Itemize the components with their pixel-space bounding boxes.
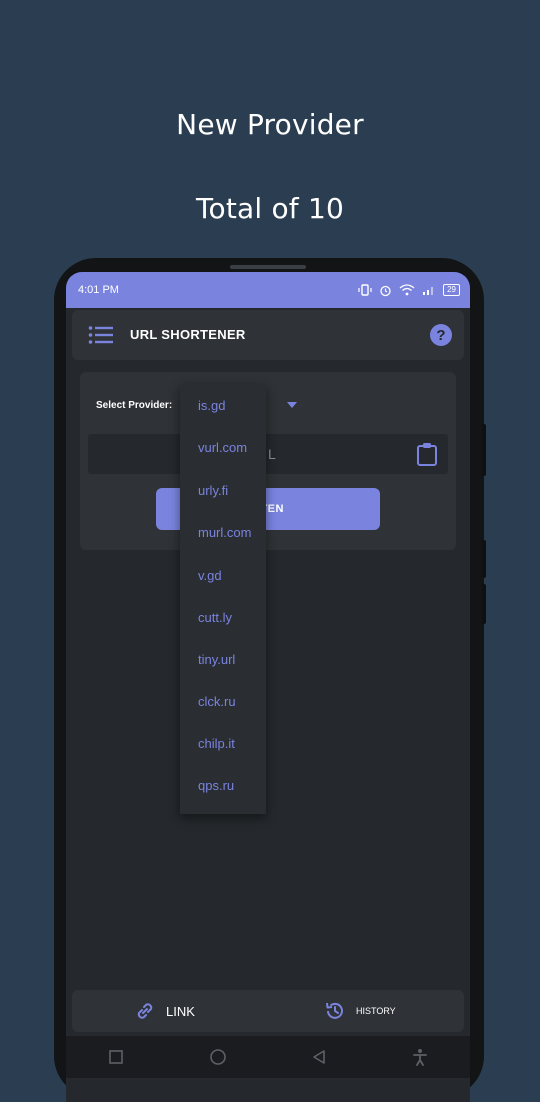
home-icon[interactable] xyxy=(209,1048,227,1066)
history-icon xyxy=(326,1002,343,1019)
recents-icon[interactable] xyxy=(108,1049,124,1065)
alarm-icon xyxy=(380,285,391,296)
bottom-navigation: LINK HISTORY xyxy=(72,990,464,1032)
promo-subheadline: Total of 10 xyxy=(195,192,344,225)
app-title: URL SHORTENER xyxy=(130,327,246,342)
nav-history-label: HISTORY xyxy=(356,1006,396,1016)
accessibility-icon[interactable] xyxy=(412,1048,428,1066)
dropdown-option[interactable]: cutt.ly xyxy=(198,610,232,625)
phone-side-button-top xyxy=(482,424,486,476)
status-time: 4:01 PM xyxy=(78,284,119,296)
app-bar: URL SHORTENER ? xyxy=(72,310,464,360)
chevron-down-icon[interactable] xyxy=(287,402,297,408)
back-icon[interactable] xyxy=(311,1049,327,1065)
nav-history-tab[interactable]: HISTORY xyxy=(324,990,396,1032)
system-navigation-bar xyxy=(66,1036,470,1078)
provider-dropdown-menu: is.gd vurl.com urly.fi murl.com v.gd cut… xyxy=(180,384,266,814)
dropdown-option[interactable]: clck.ru xyxy=(198,694,236,709)
dropdown-option[interactable]: qps.ru xyxy=(198,778,234,793)
battery-icon: 29 xyxy=(443,284,460,296)
clipboard-icon[interactable] xyxy=(416,442,438,466)
vibrate-icon xyxy=(358,284,372,296)
url-input[interactable]: L xyxy=(88,434,448,474)
promo-headline: New Provider xyxy=(176,108,364,141)
select-provider-label: Select Provider: xyxy=(96,400,173,411)
wifi-icon xyxy=(399,284,415,296)
link-icon xyxy=(137,1003,153,1019)
battery-level: 29 xyxy=(447,285,456,294)
status-bar: 4:01 PM 29 xyxy=(66,272,470,308)
phone-frame: 4:01 PM 29 URL SHORTENER ? Select Provid… xyxy=(54,258,486,1102)
shortener-card: Select Provider: L RTEN xyxy=(80,372,456,550)
dropdown-option[interactable]: v.gd xyxy=(198,568,222,583)
dropdown-option[interactable]: vurl.com xyxy=(198,440,247,455)
nav-link-tab[interactable]: LINK xyxy=(134,990,195,1032)
phone-side-button-bottom xyxy=(482,584,486,624)
phone-speaker xyxy=(230,265,306,269)
phone-side-button-middle xyxy=(482,540,486,578)
dropdown-option[interactable]: urly.fi xyxy=(198,483,228,498)
status-icons: 29 xyxy=(358,284,460,297)
app-screen: 4:01 PM 29 URL SHORTENER ? Select Provid… xyxy=(66,272,470,1102)
nav-link-label: LINK xyxy=(166,1003,195,1019)
menu-icon[interactable] xyxy=(88,325,114,345)
dropdown-option[interactable]: murl.com xyxy=(198,525,251,540)
dropdown-option[interactable]: chilp.it xyxy=(198,736,235,751)
signal-icon xyxy=(423,287,434,295)
url-input-placeholder: L xyxy=(268,446,276,462)
dropdown-option[interactable]: tiny.url xyxy=(198,652,235,667)
help-icon[interactable]: ? xyxy=(430,324,452,346)
dropdown-option[interactable]: is.gd xyxy=(198,398,225,413)
